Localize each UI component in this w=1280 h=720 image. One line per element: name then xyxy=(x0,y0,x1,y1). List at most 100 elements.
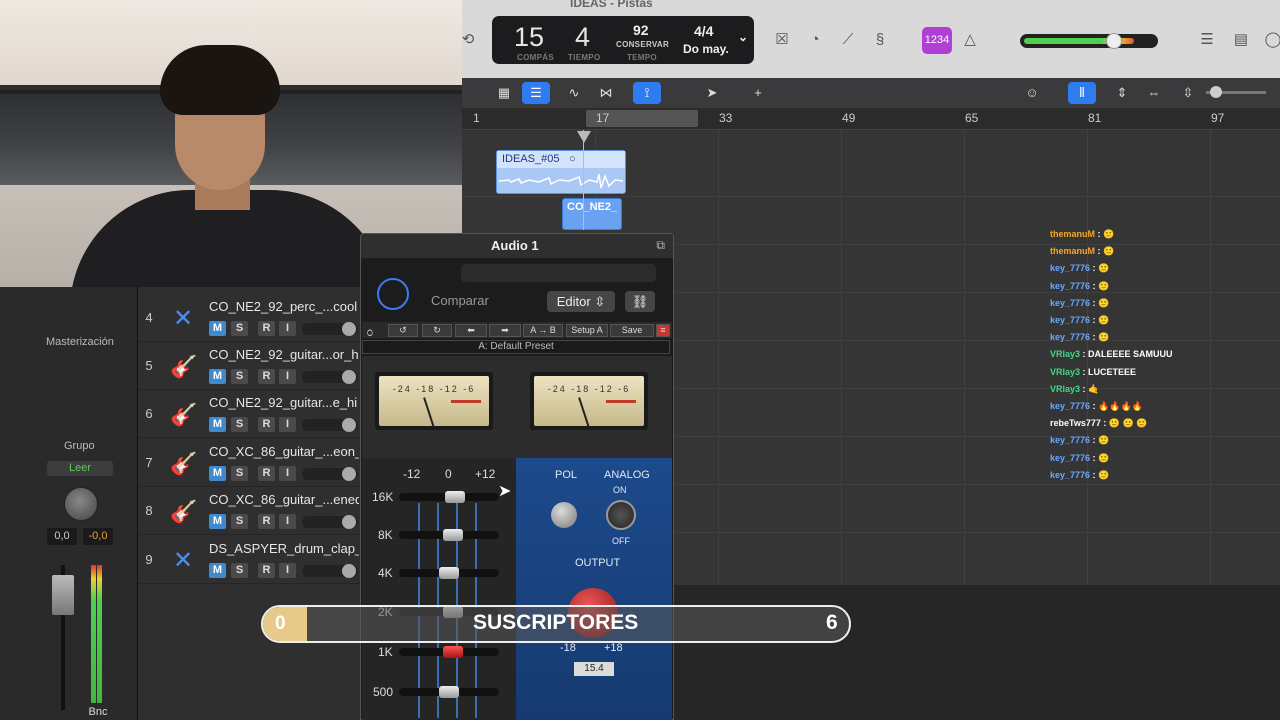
track-height-icon[interactable]: ⇳ xyxy=(1174,82,1202,104)
mute-button[interactable]: M xyxy=(209,563,226,578)
flex-icon[interactable]: ⋈ xyxy=(592,82,620,104)
track-name[interactable]: CO_NE2_92_guitar...e_hi xyxy=(209,395,359,410)
tuner-icon[interactable]: ⟋ xyxy=(835,27,861,53)
track-name[interactable]: DS_ASPYER_drum_clap_ xyxy=(209,541,359,556)
expand-icon[interactable]: ⧉ xyxy=(656,238,665,253)
input-monitor-button[interactable]: I xyxy=(279,369,296,384)
editor-dropdown[interactable]: Editor ⇳ xyxy=(547,291,615,312)
save-button[interactable]: Save xyxy=(610,324,654,337)
mute-button[interactable]: M xyxy=(209,369,226,384)
group-label[interactable]: Grupo xyxy=(64,440,95,452)
waveform-zoom-icon[interactable]: ⦀ xyxy=(1068,82,1096,104)
track-row[interactable]: 9 ✕ DS_ASPYER_drum_clap_ M S R I xyxy=(138,536,360,584)
close-box-icon[interactable]: ☒ xyxy=(769,27,795,53)
vertical-zoom-icon[interactable]: ⇕ xyxy=(1108,82,1136,104)
catch-icon[interactable]: ⟟ xyxy=(633,82,661,104)
mute-button[interactable]: M xyxy=(209,466,226,481)
analog-switch[interactable] xyxy=(606,500,636,530)
link-icon[interactable]: ⛓ xyxy=(625,291,655,312)
mute-button[interactable]: M xyxy=(209,514,226,529)
track-volume-slider[interactable] xyxy=(302,467,358,481)
undo-icon[interactable]: ↺ xyxy=(388,324,418,337)
count-in-button[interactable]: 1234 xyxy=(922,27,952,54)
solo-button[interactable]: S xyxy=(231,514,248,529)
preset-name[interactable]: A: Default Preset xyxy=(362,340,670,354)
lcd-display[interactable]: 15 4 COMPÁS TIEMPO 92 CONSERVAR TEMPO 4/… xyxy=(492,16,754,64)
output-value[interactable]: 15.4 xyxy=(574,662,614,676)
grid-view-icon[interactable]: ▦ xyxy=(490,82,518,104)
a-to-b-button[interactable]: A → B xyxy=(523,324,563,337)
menu-icon[interactable]: ≡ xyxy=(656,324,670,337)
next-preset-icon[interactable]: ➡ xyxy=(489,324,521,337)
score-icon[interactable]: § xyxy=(867,27,893,53)
solo-button[interactable]: S xyxy=(231,417,248,432)
track-row[interactable]: 8 🎸 CO_XC_86_guitar_...ened M S R I xyxy=(138,487,360,535)
smart-tempo-icon[interactable]: ☺ xyxy=(1018,82,1046,104)
record-button[interactable]: R xyxy=(258,321,275,336)
input-monitor-button[interactable]: I xyxy=(279,466,296,481)
eq-slider-16k[interactable] xyxy=(399,491,499,503)
audio-region[interactable]: CO_NE2_ xyxy=(562,198,622,230)
compare-button[interactable]: Comparar xyxy=(431,293,489,308)
eq-slider-500[interactable] xyxy=(399,686,499,698)
automation-icon[interactable]: ∿ xyxy=(560,82,588,104)
eq-slider-4k[interactable] xyxy=(399,567,499,579)
eq-slider-1k[interactable] xyxy=(399,646,499,658)
zoom-slider[interactable] xyxy=(1206,86,1266,98)
track-volume-slider[interactable] xyxy=(302,370,358,384)
gauge-icon[interactable]: ◔ xyxy=(802,27,828,53)
track-row[interactable]: 6 🎸 CO_NE2_92_guitar...e_hi M S R I xyxy=(138,390,360,438)
list-view-icon[interactable]: ☰ xyxy=(522,82,550,104)
input-monitor-button[interactable]: I xyxy=(279,514,296,529)
playhead[interactable] xyxy=(583,130,584,230)
volume-fader[interactable] xyxy=(52,575,74,615)
input-monitor-button[interactable]: I xyxy=(279,321,296,336)
automation-mode[interactable]: Leer xyxy=(47,461,113,476)
audio-region[interactable]: IDEAS_#05 ○ xyxy=(496,150,626,194)
mute-button[interactable]: M xyxy=(209,417,226,432)
ruler[interactable] xyxy=(462,108,1280,130)
record-button[interactable]: R xyxy=(258,369,275,384)
track-name[interactable]: CO_NE2_92_perc_...cool xyxy=(209,299,359,314)
record-button[interactable]: R xyxy=(258,563,275,578)
eq-slider-8k[interactable] xyxy=(399,529,499,541)
playhead-marker[interactable] xyxy=(577,131,591,143)
polarity-button[interactable] xyxy=(551,502,577,528)
pointer-tool-icon[interactable]: ➤ xyxy=(698,82,726,104)
track-volume-slider[interactable] xyxy=(302,418,358,432)
input-monitor-button[interactable]: I xyxy=(279,417,296,432)
notepad-icon[interactable]: ▤ xyxy=(1228,27,1254,53)
input-monitor-button[interactable]: I xyxy=(279,563,296,578)
track-row[interactable]: 4 ✕ CO_NE2_92_perc_...cool M S R I xyxy=(138,294,360,342)
master-volume-slider[interactable] xyxy=(1020,33,1158,49)
metronome-icon[interactable]: △ xyxy=(957,27,983,53)
track-row[interactable]: 7 🎸 CO_XC_86_guitar_...eon_ M S R I xyxy=(138,439,360,487)
track-row[interactable]: 5 🎸 CO_NE2_92_guitar...or_h M S R I xyxy=(138,342,360,390)
power-icon[interactable] xyxy=(377,278,409,310)
setup-button[interactable]: Setup A xyxy=(566,324,608,337)
prev-preset-icon[interactable]: ⬅ xyxy=(455,324,487,337)
record-button[interactable]: R xyxy=(258,466,275,481)
track-volume-slider[interactable] xyxy=(302,515,358,529)
pencil-tool-icon[interactable]: + xyxy=(744,82,772,104)
record-button[interactable]: R xyxy=(258,417,275,432)
chevron-down-icon[interactable]: ⌄ xyxy=(738,30,748,44)
track-name[interactable]: CO_NE2_92_guitar...or_h xyxy=(209,347,359,362)
solo-button[interactable]: S xyxy=(231,466,248,481)
solo-button[interactable]: S xyxy=(231,563,248,578)
track-name[interactable]: CO_XC_86_guitar_...ened xyxy=(209,492,359,507)
preset-dropdown[interactable] xyxy=(461,264,656,282)
list-icon[interactable]: ☰ xyxy=(1194,27,1220,53)
bounce-button[interactable]: Bnc xyxy=(80,706,116,720)
solo-button[interactable]: S xyxy=(231,369,248,384)
horizontal-zoom-icon[interactable]: ⇔ xyxy=(1140,82,1168,104)
track-volume-slider[interactable] xyxy=(302,564,358,578)
pan-knob[interactable] xyxy=(64,487,98,521)
solo-button[interactable]: S xyxy=(231,321,248,336)
track-name[interactable]: CO_XC_86_guitar_...eon_ xyxy=(209,444,359,459)
browser-icon[interactable]: ◯ xyxy=(1260,27,1280,53)
record-button[interactable]: R xyxy=(258,514,275,529)
track-volume-slider[interactable] xyxy=(302,322,358,336)
redo-icon[interactable]: ↻ xyxy=(422,324,452,337)
mute-button[interactable]: M xyxy=(209,321,226,336)
